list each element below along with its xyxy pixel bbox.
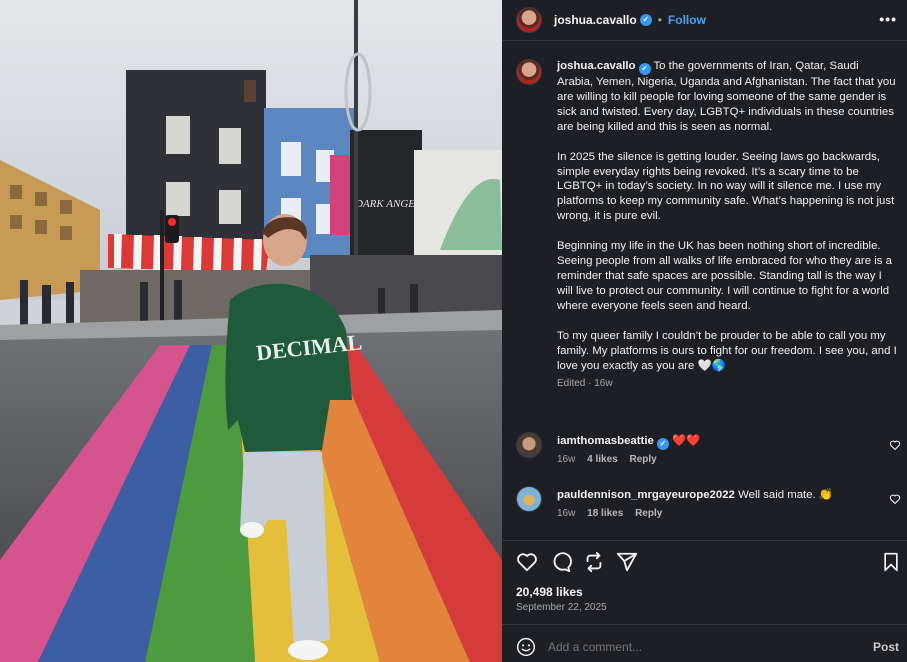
repost-icon[interactable] xyxy=(583,551,605,573)
share-icon[interactable] xyxy=(616,551,638,573)
verified-badge-icon: ✓ xyxy=(638,63,651,75)
caption-paragraph-4: To my queer family I couldn’t be prouder… xyxy=(557,329,897,372)
header-separator: • xyxy=(657,13,662,27)
caption-avatar[interactable] xyxy=(516,59,542,85)
commenter-avatar[interactable] xyxy=(516,432,542,458)
post-comment-button[interactable]: Post xyxy=(873,640,899,654)
author-avatar[interactable] xyxy=(516,7,542,33)
post-photo[interactable]: DARK ANGEL BUFFED xyxy=(0,0,502,662)
comment-body: pauldennison_mrgayeurope2022 Well said m… xyxy=(557,487,833,501)
header-divider xyxy=(502,40,907,41)
more-options-icon[interactable]: ••• xyxy=(879,11,897,27)
comment-reply-button[interactable]: Reply xyxy=(630,454,657,465)
comment-reply-button[interactable]: Reply xyxy=(635,508,662,519)
caption-paragraph-1: joshua.cavallo ✓ To the governments of Ir… xyxy=(557,59,897,135)
comment-body: iamthomasbeattie ✓ ❤️❤️ xyxy=(557,433,700,450)
comment-composer: Post xyxy=(502,632,907,662)
comment-like-heart-icon[interactable] xyxy=(889,493,901,505)
post-date: September 22, 2025 xyxy=(516,602,607,613)
comment-text: ❤️❤️ xyxy=(672,435,701,447)
caption-paragraph-3: Beginning my life in the UK has been not… xyxy=(557,240,892,312)
post-detail-panel: joshua.cavallo ✓ • Follow ••• joshua.cav… xyxy=(502,0,907,662)
verified-badge-icon: ✓ xyxy=(656,438,669,450)
svg-text:DARK ANGEL: DARK ANGEL xyxy=(354,198,421,210)
emoji-icon[interactable] xyxy=(516,637,536,657)
comment-icon[interactable] xyxy=(550,551,572,573)
comment-input[interactable] xyxy=(548,640,848,654)
author-username[interactable]: joshua.cavallo xyxy=(554,13,637,27)
post-header: joshua.cavallo ✓ • Follow ••• xyxy=(502,0,907,40)
comment-age: 16w xyxy=(557,508,576,519)
action-bar xyxy=(516,551,901,573)
comment-likes-count[interactable]: 4 likes xyxy=(587,454,618,465)
caption-username[interactable]: joshua.cavallo xyxy=(557,60,636,72)
heart-icon[interactable] xyxy=(516,551,538,573)
caption-text: joshua.cavallo ✓ To the governments of Ir… xyxy=(557,59,897,392)
commenter-username[interactable]: iamthomasbeattie xyxy=(557,435,654,447)
caption-paragraph-2: In 2025 the silence is getting louder. S… xyxy=(557,150,895,223)
composer-divider xyxy=(502,624,907,625)
comment-meta: 16w 18 likes Reply xyxy=(557,508,671,519)
edited-timestamp: Edited · 16w xyxy=(557,378,613,390)
comments-divider xyxy=(502,540,907,541)
likes-count[interactable]: 20,498 likes xyxy=(516,585,583,599)
comment-item: pauldennison_mrgayeurope2022 Well said m… xyxy=(516,486,901,530)
comment-like-heart-icon[interactable] xyxy=(889,439,901,451)
comment-meta: 16w 4 likes Reply xyxy=(557,454,666,465)
comment-item: iamthomasbeattie ✓ ❤️❤️ 16w 4 likes Reply xyxy=(516,432,901,476)
comment-age: 16w xyxy=(557,454,576,465)
commenter-avatar[interactable] xyxy=(516,486,542,512)
comment-text: Well said mate. 👏 xyxy=(738,489,834,501)
bookmark-icon[interactable] xyxy=(881,551,901,573)
street-scene-image: DARK ANGEL BUFFED xyxy=(0,0,502,662)
commenter-username[interactable]: pauldennison_mrgayeurope2022 xyxy=(557,489,735,501)
follow-button[interactable]: Follow xyxy=(668,13,706,27)
verified-badge-icon: ✓ xyxy=(639,14,652,26)
comment-likes-count[interactable]: 18 likes xyxy=(587,508,623,519)
